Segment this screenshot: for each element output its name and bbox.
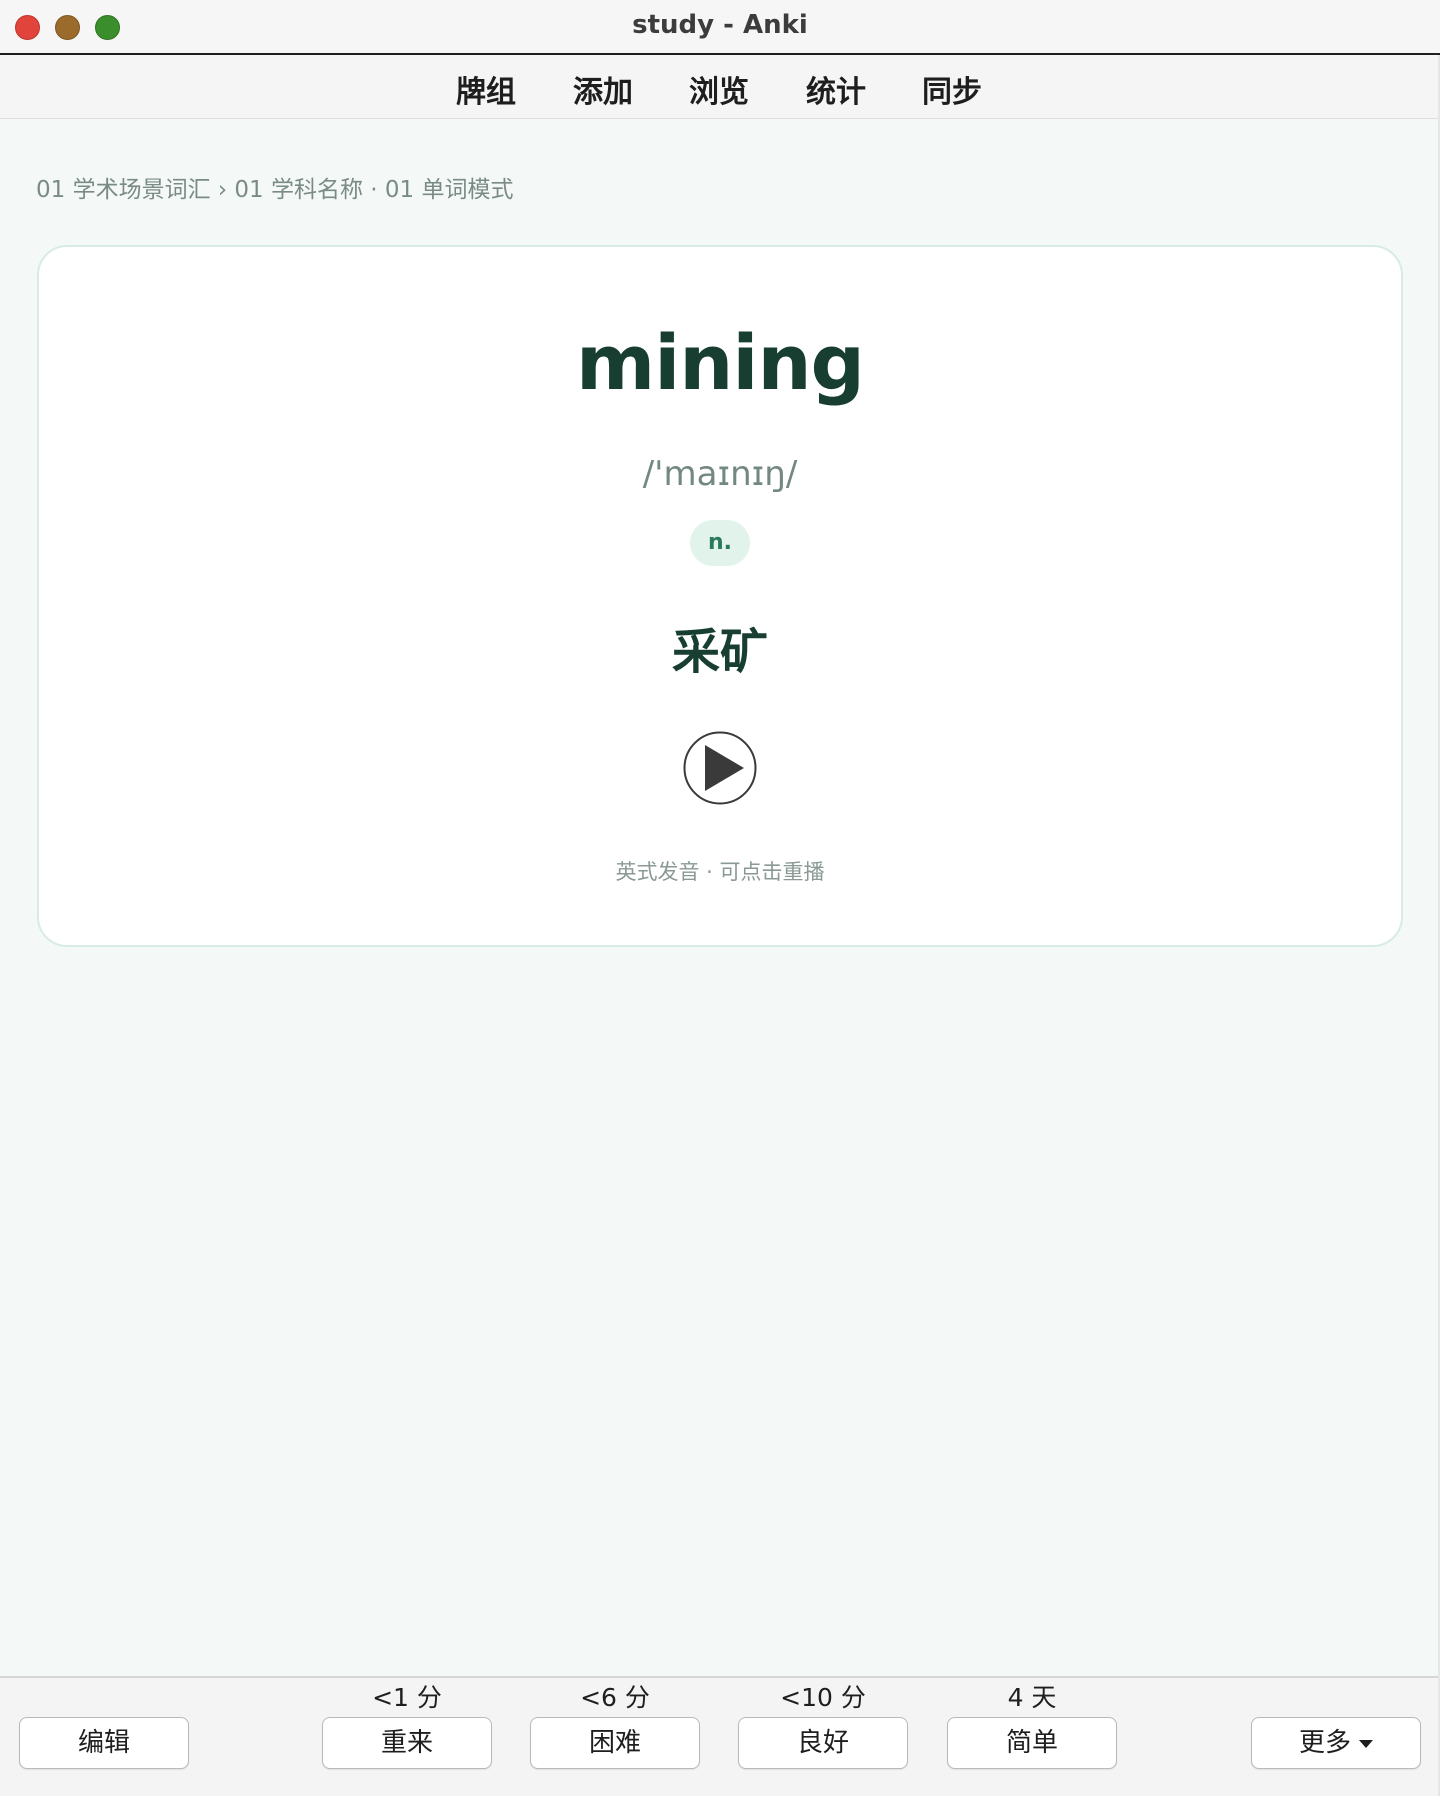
play-audio-button[interactable] — [683, 731, 757, 805]
play-circle-icon — [683, 731, 757, 805]
toolbar-browse[interactable]: 浏览 — [689, 67, 749, 111]
answer-bar — [0, 1676, 1440, 1796]
window-title: study - Anki — [632, 10, 808, 40]
toolbar-add[interactable]: 添加 — [573, 67, 633, 111]
part-of-speech-badge: n. — [690, 520, 750, 566]
hard-button[interactable]: 困难 — [530, 1717, 700, 1769]
deck-breadcrumb: 01 学术场景词汇 › 01 学科名称 · 01 单词模式 — [36, 177, 514, 203]
again-button[interactable]: 重来 — [322, 1717, 492, 1769]
card-meaning: 采矿 — [671, 624, 768, 680]
good-button[interactable]: 良好 — [738, 1717, 908, 1769]
easy-button[interactable]: 简单 — [947, 1717, 1117, 1769]
toolbar-stats[interactable]: 统计 — [806, 67, 866, 111]
card-word: mining — [576, 318, 865, 407]
interval-good: <10 分 — [780, 1683, 866, 1712]
main-toolbar: 牌组 添加 浏览 统计 同步 — [0, 55, 1440, 119]
title-bar: study - Anki — [0, 0, 1440, 55]
interval-easy: 4 天 — [1007, 1683, 1057, 1712]
more-button-label: 更多 — [1298, 1728, 1351, 1758]
interval-again: <1 分 — [372, 1683, 442, 1712]
chevron-down-icon — [1359, 1739, 1373, 1748]
audio-hint: 英式发音 · 可点击重播 — [615, 860, 825, 884]
toolbar-sync[interactable]: 同步 — [922, 67, 982, 111]
edit-button[interactable]: 编辑 — [19, 1717, 189, 1769]
anki-window: study - Anki 牌组 添加 浏览 统计 同步 01 学术场景词汇 › … — [0, 0, 1440, 1796]
toolbar-decks[interactable]: 牌组 — [456, 67, 516, 111]
interval-hard: <6 分 — [580, 1683, 650, 1712]
card-phonetic: /'maɪnɪŋ/ — [642, 454, 798, 494]
more-button[interactable]: 更多 — [1251, 1717, 1421, 1769]
